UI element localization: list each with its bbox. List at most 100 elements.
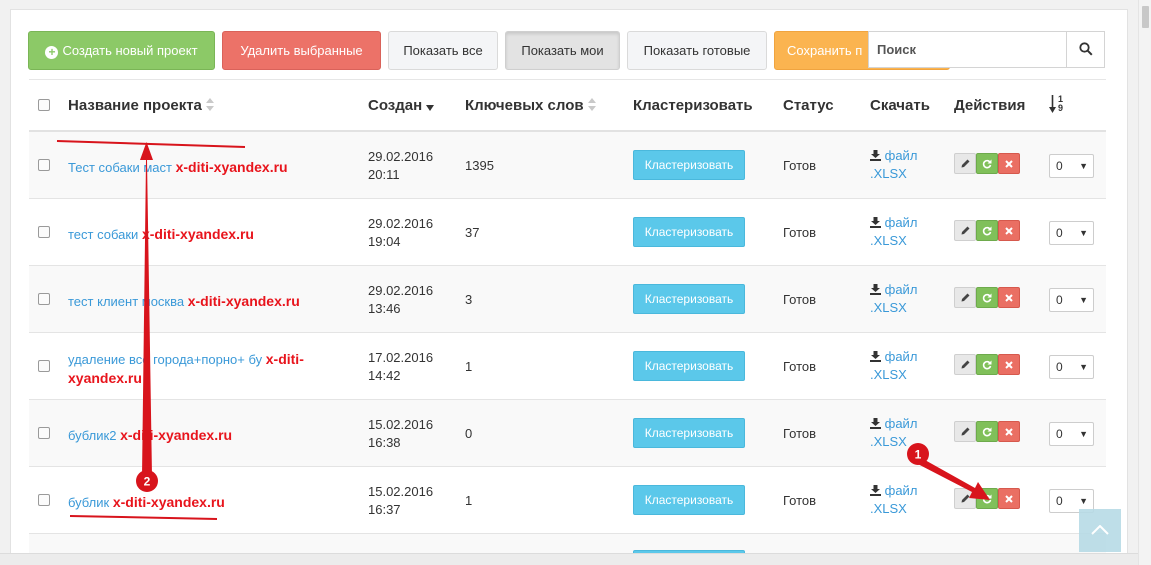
select-all-checkbox[interactable] [38,99,50,111]
created-date: 15.02.2016 [368,417,434,432]
refresh-button[interactable] [976,220,998,241]
col-name-header[interactable]: Название проекта [68,97,214,114]
refresh-button[interactable] [976,488,998,509]
created-time: 20:11 [368,167,400,182]
order-select[interactable]: 0 ▼ [1049,288,1094,312]
delete-row-button[interactable] [998,354,1020,375]
caret-down-icon: ▼ [1079,161,1088,171]
delete-row-button[interactable] [998,153,1020,174]
vertical-scrollbar[interactable] [1138,0,1151,565]
delete-row-button[interactable] [998,220,1020,241]
project-link[interactable]: бублик [68,495,109,510]
status-text: Готов [783,292,817,307]
pencil-icon [961,293,969,302]
pencil-icon [961,427,969,436]
row-checkbox[interactable] [38,494,50,506]
project-domain: x-diti-xyandex.ru [120,427,233,443]
refresh-button[interactable] [976,421,998,442]
created-date: 29.02.2016 [368,149,434,164]
project-link[interactable]: удаление все города+порно+ бу [68,352,262,367]
created-time: 13:46 [368,301,401,316]
keywords-count: 1395 [465,158,494,173]
delete-selected-button[interactable]: Удалить выбранные [222,31,381,70]
cluster-button[interactable]: Кластеризовать [633,217,745,247]
table-row: Тест собаки маст x-diti-xyandex.ru 29.02.… [29,132,1106,199]
download-link[interactable]: файл .XLSX [870,281,917,317]
search-box [868,31,1105,68]
scroll-to-top-button[interactable] [1079,509,1121,552]
table-row: бублик x-diti-xyandex.ru 15.02.2016 16:37 1… [29,467,1106,534]
col-created-header[interactable]: Создан [368,97,435,114]
order-value: 0 [1056,494,1063,508]
download-link[interactable]: файл .XLSX [870,348,917,384]
col-status-header: Статус [783,97,834,114]
row-checkbox[interactable] [38,159,50,171]
row-checkbox[interactable] [38,293,50,305]
order-value: 0 [1056,226,1063,240]
close-icon [1005,361,1013,369]
keywords-count: 0 [465,426,473,441]
edit-button[interactable] [954,153,976,174]
download-ext-label: .XLSX [870,367,907,382]
show-mine-button[interactable]: Показать мои [505,31,620,70]
search-button[interactable] [1066,32,1104,67]
project-name-cell: бублик x-diti-xyandex.ru [68,493,330,512]
download-link[interactable]: файл .XLSX [870,214,917,250]
project-link[interactable]: бублик2 [68,428,116,443]
created-time: 16:37 [368,502,401,517]
created-cell: 29.02.2016 20:11 [368,148,433,184]
order-select[interactable]: 0 ▼ [1049,355,1094,379]
refresh-button[interactable] [976,354,998,375]
scrollbar-thumb[interactable] [1142,6,1149,28]
download-ext-label: .XLSX [870,300,907,315]
delete-row-button[interactable] [998,488,1020,509]
delete-row-button[interactable] [998,421,1020,442]
col-download-header: Скачать [870,97,930,114]
project-link[interactable]: тест клиент москва [68,294,184,309]
download-ext-label: .XLSX [870,233,907,248]
download-link[interactable]: файл .XLSX [870,482,917,518]
order-select[interactable]: 0 ▼ [1049,422,1094,446]
row-checkbox[interactable] [38,427,50,439]
row-checkbox[interactable] [38,226,50,238]
caret-down-icon: ▼ [1079,295,1088,305]
show-all-button[interactable]: Показать все [388,31,498,70]
refresh-button[interactable] [976,153,998,174]
delete-row-button[interactable] [998,287,1020,308]
order-select[interactable]: 0 ▼ [1049,154,1094,178]
cluster-button[interactable]: Кластеризовать [633,284,745,314]
download-file-label: файл [884,349,918,364]
col-keywords-header[interactable]: Ключевых слов [465,97,596,114]
col-created-label: Создан [368,97,423,114]
row-checkbox[interactable] [38,360,50,372]
edit-button[interactable] [954,287,976,308]
download-ext-label: .XLSX [870,501,907,516]
order-value: 0 [1056,159,1063,173]
create-project-button[interactable]: + Создать новый проект [28,31,215,70]
order-value: 0 [1056,427,1063,441]
order-select[interactable]: 0 ▼ [1049,221,1094,245]
keywords-count: 1 [465,359,473,374]
edit-button[interactable] [954,421,976,442]
horizontal-scrollbar[interactable] [0,553,1138,565]
edit-button[interactable] [954,220,976,241]
sort-numeric-icon [1049,95,1056,113]
cluster-button[interactable]: Кластеризовать [633,150,745,180]
download-file-label: файл [884,148,918,163]
download-link[interactable]: файл .XLSX [870,147,917,183]
cluster-button[interactable]: Кластеризовать [633,418,745,448]
refresh-button[interactable] [976,287,998,308]
cluster-button[interactable]: Кластеризовать [633,485,745,515]
download-link[interactable]: файл .XLSX [870,415,917,451]
search-input[interactable] [869,32,1066,67]
edit-button[interactable] [954,488,976,509]
edit-button[interactable] [954,354,976,375]
pencil-icon [961,360,969,369]
col-actions-header: Действия [954,97,1026,114]
show-ready-button[interactable]: Показать готовые [627,31,767,70]
project-link[interactable]: тест собаки [68,227,138,242]
sort-desc-icon [426,105,435,111]
project-link[interactable]: Тест собаки маст [68,160,172,175]
cluster-button[interactable]: Кластеризовать [633,351,745,381]
table-header: Название проекта Создан Ключевых слов Кл… [29,80,1106,132]
